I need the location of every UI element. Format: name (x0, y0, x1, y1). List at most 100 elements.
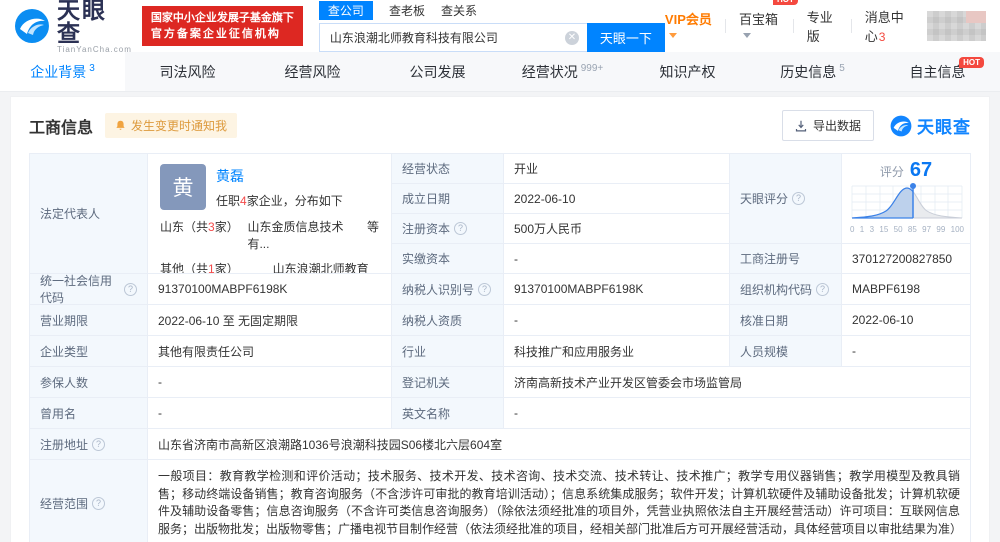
message-count-badge: 3 (878, 30, 886, 44)
field-value-taxpayer-id: 91370100MABPF6198K (504, 274, 730, 305)
field-value-reg-address: 山东省济南市高新区浪潮路1036号浪潮科技园S06楼北六层604室 (148, 429, 971, 460)
site-header: 天眼查 TianYanCha.com 国家中小企业发展子基金旗下 官方备案企业征… (0, 0, 1000, 54)
section-title: 工商信息 (29, 119, 94, 137)
tab-self-info[interactable]: 自主信息 HOT (875, 52, 1000, 91)
search-tab-company[interactable]: 查公司 (318, 0, 373, 20)
vip-link[interactable]: VIP会员 (665, 9, 712, 43)
field-value-reg-number: 370127200827850 (842, 244, 971, 274)
top-nav: VIP会员 HOT 百宝箱 专业版 消息中心3 (665, 0, 987, 45)
field-value-taxpayer-quality: - (504, 305, 730, 336)
field-label-credit-code: 统一社会信用代码? (30, 274, 148, 305)
field-label-org-code: 组织机构代码? (730, 274, 842, 305)
toolbox-link[interactable]: HOT 百宝箱 (739, 0, 798, 43)
field-label-reg-capital: 注册资本? (392, 214, 504, 244)
hot-badge: HOT (773, 0, 798, 5)
business-info-table: 法定代表人 黄 黄磊 任职4家企业，分布如下 山东（共3家） 山东金质信息技术有… (29, 153, 971, 542)
more-companies-link[interactable]: 等 (367, 218, 379, 252)
tab-history-info[interactable]: 历史信息 5 (750, 52, 875, 91)
help-icon[interactable]: ? (92, 497, 106, 510)
main-content: 工商信息 发生变更时通知我 导出数据 天眼查 法定代表人 黄 黄磊 任职4家企业… (0, 92, 1000, 542)
help-icon[interactable]: ? (816, 282, 830, 296)
score-marker-pin (910, 183, 916, 189)
field-label-reg-authority: 登记机关 (392, 367, 504, 398)
help-icon[interactable]: ? (792, 192, 806, 205)
tenure-region-row: 其他（共1家） 山东浪潮北师教育科... (160, 260, 379, 273)
tianyancha-logo-icon (890, 115, 912, 136)
export-data-button[interactable]: 导出数据 (781, 110, 874, 141)
field-label-english-name: 英文名称 (392, 398, 504, 429)
field-label-company-type: 企业类型 (30, 336, 148, 367)
field-value-former-name: - (148, 398, 392, 429)
tab-intellectual-property[interactable]: 知识产权 (625, 52, 750, 91)
field-label-former-name: 曾用名 (30, 398, 148, 429)
business-info-card: 工商信息 发生变更时通知我 导出数据 天眼查 法定代表人 黄 黄磊 任职4家企业… (10, 96, 990, 542)
field-label-industry: 行业 (392, 336, 504, 367)
company-tabbar: 企业背景 3 司法风险 经营风险 公司发展 经营状况 999+ 知识产权 历史信息 5… (0, 52, 1000, 92)
field-label-insured-count: 参保人数 (30, 367, 148, 398)
user-avatar[interactable] (926, 11, 987, 41)
search-area: 查公司 查老板 查关系 ✕ 天眼一下 (318, 0, 665, 52)
gov-certification-badge: 国家中小企业发展子基金旗下 官方备案企业征信机构 (141, 6, 303, 46)
tianyancha-watermark: 天眼查 (890, 113, 971, 138)
tenure-region-row: 山东（共3家） 山东金质信息技术有... 等 (160, 218, 379, 252)
help-icon[interactable]: ? (478, 282, 492, 296)
help-icon[interactable]: ? (124, 282, 137, 296)
field-value-business-scope: 一般项目：教育教学检测和评价活动；技术服务、技术开发、技术咨询、技术交流、技术转… (148, 460, 971, 542)
site-logo[interactable]: 天眼查 TianYanCha.com (14, 0, 132, 54)
help-icon[interactable]: ? (92, 437, 106, 451)
search-tab-boss[interactable]: 查老板 (389, 1, 425, 20)
field-value-english-name: - (504, 398, 971, 429)
field-value-approval-date: 2022-06-10 (842, 305, 971, 336)
field-value-reg-capital: 500万人民币 (504, 214, 730, 244)
field-label-approval-date: 核准日期 (730, 305, 842, 336)
tab-company-development[interactable]: 公司发展 (375, 52, 500, 91)
score-value: 67 (909, 159, 933, 181)
field-value-status: 开业 (504, 154, 730, 184)
field-label-taxpayer-id: 纳税人识别号? (392, 274, 504, 305)
field-label-business-scope: 经营范围? (30, 460, 148, 542)
avatar[interactable]: 黄 (160, 164, 206, 210)
message-center-link[interactable]: 消息中心3 (865, 7, 913, 45)
bell-icon (116, 120, 125, 130)
field-value-paid-capital: - (504, 244, 730, 274)
field-value-company-type: 其他有限责任公司 (148, 336, 392, 367)
field-label-business-term: 营业期限 (30, 305, 148, 336)
field-value-reg-authority: 济南高新技术产业开发区管委会市场监管局 (504, 367, 971, 398)
search-input[interactable] (318, 22, 587, 52)
tab-judicial-risk[interactable]: 司法风险 (125, 52, 250, 91)
clear-icon[interactable]: ✕ (564, 30, 579, 45)
download-icon (795, 120, 807, 131)
field-label-reg-number: 工商注册号 (730, 244, 842, 274)
tab-company-background[interactable]: 企业背景 3 (0, 52, 125, 91)
field-label-status: 经营状态 (392, 154, 504, 184)
field-label-staff-size: 人员规模 (730, 336, 842, 367)
score-chart-cell[interactable]: 评分 67 01 3 15 50 85 97 99 100 (842, 154, 971, 244)
tianyancha-logo-icon (14, 9, 49, 43)
logo-title: 天眼查 (56, 0, 107, 46)
field-label-legal-rep: 法定代表人 (30, 154, 148, 274)
company-link[interactable]: 山东金质信息技术有... (247, 218, 355, 252)
help-icon[interactable]: ? (454, 222, 468, 235)
divider (725, 19, 726, 33)
caret-down-icon (743, 33, 751, 38)
field-label-reg-address: 注册地址? (30, 429, 148, 460)
field-value-established: 2022-06-10 (504, 184, 730, 214)
hot-badge: HOT (959, 57, 984, 68)
tab-operation-risk[interactable]: 经营风险 (250, 52, 375, 91)
field-value-credit-code: 91370100MABPF6198K (148, 274, 392, 305)
tab-operation-status[interactable]: 经营状况 999+ (500, 52, 625, 91)
search-tab-relation[interactable]: 查关系 (441, 1, 477, 20)
field-value-business-term: 2022-06-10 至 无固定期限 (148, 305, 392, 336)
company-link[interactable]: 山东浪潮北师教育科... (273, 260, 379, 273)
pro-version-link[interactable]: 专业版 (807, 7, 838, 45)
search-button[interactable]: 天眼一下 (586, 22, 665, 52)
field-value-industry: 科技推广和应用服务业 (504, 336, 730, 367)
field-value-org-code: MABPF6198 (842, 274, 971, 305)
legal-rep-name-link[interactable]: 黄磊 (216, 168, 244, 184)
caret-down-icon (668, 33, 677, 38)
legal-rep-tenure: 任职4家企业，分布如下 (216, 194, 343, 208)
field-label-score: 天眼评分? (730, 154, 842, 244)
field-label-taxpayer-quality: 纳税人资质 (392, 305, 504, 336)
field-value-insured-count: - (148, 367, 392, 398)
notify-change-button[interactable]: 发生变更时通知我 (105, 113, 238, 138)
